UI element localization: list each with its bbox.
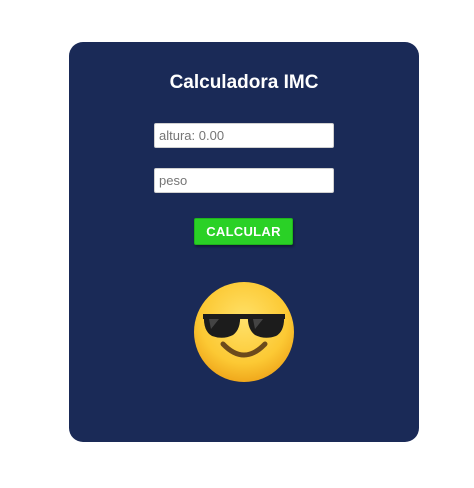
altura-input[interactable]	[154, 123, 334, 148]
peso-input[interactable]	[154, 168, 334, 193]
sunglasses-emoji-icon	[193, 281, 295, 383]
calculator-card: Calculadora IMC CALCULAR	[69, 42, 419, 442]
calcular-button[interactable]: CALCULAR	[194, 218, 293, 245]
page-title: Calculadora IMC	[169, 72, 319, 93]
